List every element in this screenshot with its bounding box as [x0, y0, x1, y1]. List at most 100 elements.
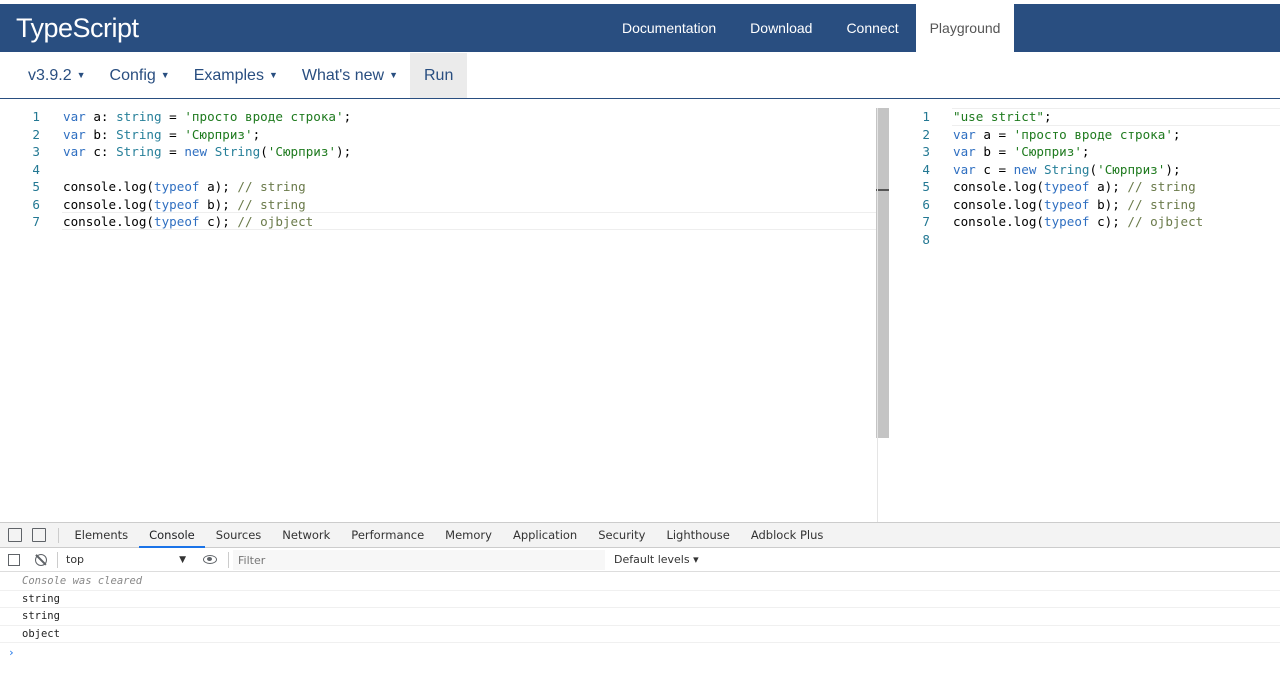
line-code: var b = 'Сюрприз';	[953, 143, 1090, 161]
code-token: typeof	[154, 179, 200, 194]
code-token: var	[953, 126, 976, 142]
devtools-tab-application[interactable]: Application	[502, 523, 587, 548]
console-message: string	[0, 591, 1280, 608]
line-number: 3	[32, 144, 40, 159]
clear-console-icon[interactable]	[35, 554, 47, 566]
line-code: var b: String = 'Сюрприз';	[63, 126, 260, 144]
inspect-element-icon[interactable]	[8, 528, 22, 542]
code-token: var	[63, 109, 86, 124]
typescript-logo[interactable]: TypeScript	[16, 13, 139, 44]
devtools-tab-console[interactable]: Console	[138, 523, 206, 548]
brand-suffix: Script	[72, 13, 140, 43]
code-token: ;	[1044, 109, 1052, 124]
code-token: String	[116, 126, 162, 142]
version-label: v3.9.2	[28, 67, 72, 84]
code-line[interactable]: 3 var b = 'Сюрприз';	[878, 143, 1280, 161]
devtools-tab-performance[interactable]: Performance	[341, 523, 435, 548]
device-toolbar-icon[interactable]	[32, 528, 46, 542]
code-line[interactable]: 1 var a: string = 'просто вроде строка';	[0, 108, 876, 126]
code-token: 'просто вроде строка'	[184, 109, 344, 124]
code-token: b =	[975, 144, 1014, 159]
code-line[interactable]: 4	[0, 161, 876, 179]
version-dropdown[interactable]: v3.9.2 ▼	[16, 53, 98, 98]
nav-playground[interactable]: Playground	[915, 4, 1015, 52]
line-number: 1	[922, 109, 930, 124]
brand-prefix: Type	[16, 13, 73, 43]
code-token: console.log(	[953, 179, 1044, 194]
code-token: ;	[252, 126, 261, 142]
devtools-tab-memory[interactable]: Memory	[435, 523, 503, 548]
code-token: 'Сюрприз'	[1097, 161, 1166, 177]
devtools-tab-security[interactable]: Security	[588, 523, 656, 548]
nav-download[interactable]: Download	[733, 4, 829, 52]
code-token: console.log(	[63, 179, 154, 194]
whats-new-label: What's new	[301, 67, 385, 84]
line-code: console.log(typeof b); // string	[953, 196, 1196, 214]
playground-toolbar: v3.9.2 ▼ Config ▼ Examples ▼ What's new ▼ Ru…	[0, 53, 1280, 99]
console-sidebar-icon[interactable]	[8, 554, 20, 566]
line-code: console.log(typeof a); // string	[63, 178, 306, 196]
devtools-tab-adblock-plus[interactable]: Adblock Plus	[740, 523, 834, 548]
code-line[interactable]: 5 console.log(typeof a); // string	[0, 178, 876, 196]
line-code: var a: string = 'просто вроде строка';	[63, 108, 351, 126]
line-number: 2	[32, 126, 40, 142]
code-token: new	[1013, 161, 1037, 177]
code-token: typeof	[154, 214, 200, 229]
triangle-down-icon: ▼	[179, 555, 186, 565]
editor-lines: 1 var a: string = 'просто вроде строка'; 2…	[0, 108, 876, 231]
line-code: var c = new String('Сюрприз');	[953, 161, 1181, 179]
code-line[interactable]: 6 console.log(typeof b); // string	[878, 196, 1280, 214]
examples-dropdown[interactable]: Examples ▼	[182, 53, 290, 98]
code-line[interactable]: 2 var b: String = 'Сюрприз';	[0, 126, 876, 144]
log-levels-dropdown[interactable]: Default levels ▾	[614, 551, 699, 569]
console-prompt-chevron-icon[interactable]: ›	[8, 646, 15, 659]
console-toolbar: top ▼ Default levels ▾	[0, 548, 1280, 572]
code-token: console.log(	[953, 196, 1044, 212]
devtools-tab-network[interactable]: Network	[272, 523, 341, 548]
devtools-tab-sources[interactable]: Sources	[205, 523, 272, 548]
live-expression-eye-icon[interactable]	[203, 555, 217, 564]
code-token: typeof	[1044, 179, 1090, 194]
code-token: (	[260, 144, 268, 159]
devtools-tab-elements[interactable]: Elements	[64, 523, 139, 548]
nav-links: Documentation Download Connect Playgroun…	[605, 4, 1015, 52]
code-line[interactable]: 5 console.log(typeof a); // string	[878, 178, 1280, 196]
nav-connect[interactable]: Connect	[829, 4, 915, 52]
nav-documentation[interactable]: Documentation	[605, 4, 733, 52]
code-token: 'Сюрприз'	[267, 144, 337, 159]
line-number: 5	[32, 179, 40, 194]
whats-new-dropdown[interactable]: What's new ▼	[290, 53, 410, 98]
caret-down-icon: ▼	[268, 70, 278, 80]
code-token: // string	[237, 196, 306, 212]
typescript-editor[interactable]: 1 var a: string = 'просто вроде строка'; 2…	[0, 108, 888, 522]
code-line[interactable]: 4 var c = new String('Сюрприз');	[878, 161, 1280, 179]
line-number: 6	[922, 196, 930, 212]
code-line[interactable]: 7 console.log(typeof c); // ojbject	[878, 213, 1280, 231]
run-button[interactable]: Run	[409, 53, 468, 98]
code-line[interactable]: 7 console.log(typeof c); // ojbject	[0, 213, 876, 231]
line-number: 4	[922, 161, 930, 177]
code-token: b:	[85, 126, 117, 142]
code-line[interactable]: 6 console.log(typeof b); // string	[0, 196, 876, 214]
console-filter-input[interactable]	[233, 550, 605, 570]
devtools-panel: Elements Console Sources Network Performance…	[0, 522, 1280, 693]
code-line[interactable]: 8	[878, 231, 1280, 249]
console-message: object	[0, 626, 1280, 643]
code-line[interactable]: 1 "use strict";	[878, 108, 1280, 126]
context-selector[interactable]: top ▼	[60, 551, 190, 569]
line-code: "use strict";	[953, 108, 1052, 126]
code-token: var	[63, 126, 86, 142]
code-token: // ojbject	[237, 214, 314, 229]
code-line[interactable]: 2 var a = 'просто вроде строка';	[878, 126, 1280, 144]
examples-label: Examples	[193, 67, 264, 84]
devtools-tab-lighthouse[interactable]: Lighthouse	[656, 523, 740, 548]
code-token: 'просто вроде строка'	[1013, 126, 1173, 142]
code-token: console.log(	[63, 214, 154, 229]
javascript-output-editor[interactable]: 1 "use strict"; 2 var a = 'просто вроде стр…	[877, 108, 1280, 522]
code-line[interactable]: 3 var c: String = new String('Сюрприз');	[0, 143, 876, 161]
code-token: ;	[343, 109, 352, 124]
code-token: typeof	[1044, 214, 1090, 229]
code-token: console.log(	[953, 214, 1044, 229]
config-dropdown[interactable]: Config ▼	[98, 53, 182, 98]
code-token: c =	[975, 161, 1014, 177]
